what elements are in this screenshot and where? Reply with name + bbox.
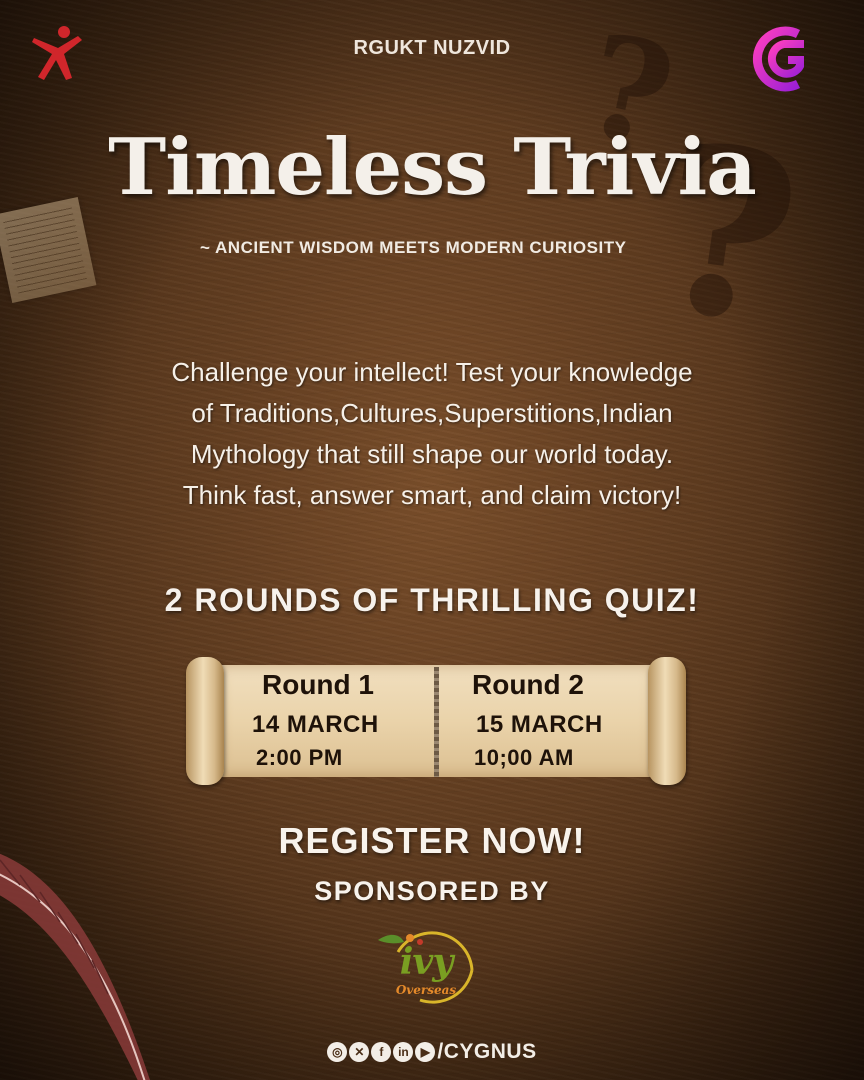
- scroll-roll-right: [648, 657, 686, 785]
- social-footer: ◎ ✕ f in ▶/CYGNUS: [0, 1040, 864, 1072]
- round-1-date: 14 MARCH: [252, 711, 379, 738]
- poster: ? ? RGUKT NUZVID Timeless Trivia ~ ANCIE…: [0, 0, 864, 1080]
- round-2-time: 10;00 AM: [474, 745, 574, 770]
- instagram-icon[interactable]: ◎: [327, 1042, 348, 1062]
- rounds-heading: 2 ROUNDS OF THRILLING QUIZ!: [164, 582, 700, 618]
- description-line: Challenge your intellect! Test your know…: [171, 357, 693, 387]
- social-handle[interactable]: /CYGNUS: [437, 1040, 536, 1064]
- sponsor-name: ivy: [399, 941, 454, 983]
- description-line: Think fast, answer smart, and claim vict…: [182, 480, 682, 510]
- event-subtitle: ~ ANCIENT WISDOM MEETS MODERN CURIOSITY: [200, 238, 627, 257]
- round-2-title: Round 2: [472, 669, 584, 700]
- scroll-divider: [434, 667, 439, 777]
- college-name: RGUKT NUZVID: [353, 37, 511, 59]
- scroll-roll-left: [186, 657, 224, 785]
- description-line: of Traditions,Cultures,Superstitions,Ind…: [191, 398, 673, 428]
- description-line: Mythology that still shape our world tod…: [190, 439, 674, 469]
- event-description: Challenge your intellect! Test your know…: [90, 352, 774, 516]
- youtube-icon[interactable]: ▶: [415, 1042, 436, 1062]
- linkedin-icon[interactable]: in: [393, 1042, 414, 1062]
- round-1-title: Round 1: [262, 669, 374, 700]
- round-2-date: 15 MARCH: [476, 711, 603, 738]
- facebook-icon[interactable]: f: [371, 1042, 392, 1062]
- x-icon[interactable]: ✕: [349, 1042, 370, 1062]
- sponsor-subname: Overseas: [395, 983, 457, 997]
- round-1-time: 2:00 PM: [256, 745, 343, 770]
- event-title: Timeless Trivia: [108, 122, 757, 213]
- rounds-scroll: Round 1 14 MARCH 2:00 PM Round 2 15 MARC…: [186, 657, 686, 793]
